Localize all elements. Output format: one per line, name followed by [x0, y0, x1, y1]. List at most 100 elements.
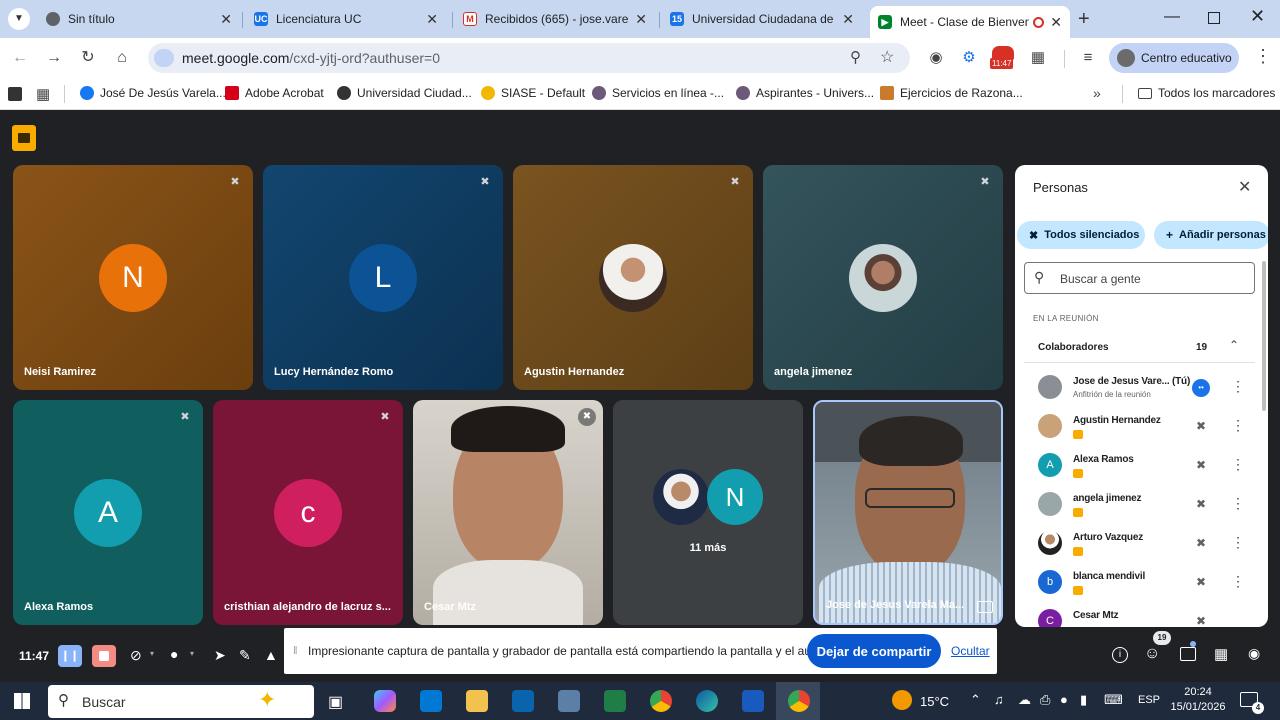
muted-mic-icon[interactable]: ✖: [1193, 419, 1209, 435]
participant-row[interactable]: b blanca mendivil ✖ ⋮: [1035, 565, 1255, 601]
all-bookmarks-folder[interactable]: Todos los marcadores: [1138, 86, 1275, 100]
host-controls-lock-icon[interactable]: ◉: [1248, 645, 1260, 662]
tab-sin-titulo[interactable]: Sin título ✕: [38, 6, 240, 32]
bookmark-item[interactable]: Adobe Acrobat: [225, 86, 324, 100]
copilot-icon[interactable]: [374, 690, 396, 712]
tray-mic-icon[interactable]: ●: [1060, 692, 1068, 707]
tab-gmail[interactable]: M Recibidos (665) - jose.varela ✕: [455, 6, 655, 32]
new-tab-button[interactable]: +: [1078, 8, 1090, 31]
speaker-icon[interactable]: ♫: [994, 692, 1004, 707]
bookmark-item[interactable]: José De Jesús Varela...: [80, 86, 226, 100]
drag-handle-icon[interactable]: ‖: [293, 645, 298, 657]
stop-recording-button[interactable]: [92, 645, 116, 667]
bookmark-star-icon[interactable]: ☆: [880, 47, 894, 67]
pointer-tool-icon[interactable]: ➤: [214, 647, 226, 664]
participant-row[interactable]: Arturo Vazquez ✖ ⋮: [1035, 526, 1255, 562]
muted-mic-icon[interactable]: ✖: [1193, 575, 1209, 591]
more-options-icon[interactable]: ⋮: [1231, 573, 1245, 591]
hide-banner-link[interactable]: Ocultar: [951, 644, 990, 658]
more-options-icon[interactable]: ⋮: [1231, 378, 1245, 396]
self-video-tile[interactable]: Jose de Jesus Varela Ma...: [813, 400, 1003, 625]
language-indicator[interactable]: ESP: [1138, 694, 1160, 706]
chevron-down-icon[interactable]: ▾: [150, 649, 154, 658]
remote-desktop-icon[interactable]: [558, 690, 580, 712]
bookmark-item[interactable]: Servicios en línea -...: [592, 86, 724, 100]
muted-mic-icon[interactable]: ✖: [1193, 536, 1209, 552]
participant-row[interactable]: C Cesar Mtz ✖: [1035, 604, 1255, 627]
participant-row[interactable]: A Alexa Ramos ✖ ⋮: [1035, 448, 1255, 484]
microphone-icon[interactable]: ●: [170, 646, 178, 662]
tab-media-icon[interactable]: ≡: [1078, 48, 1098, 68]
image-viewer-icon[interactable]: [604, 690, 626, 712]
chrome-profile-icon[interactable]: [788, 690, 810, 712]
pause-recording-button[interactable]: ❙❙: [58, 645, 82, 667]
participant-tile[interactable]: ✖ A Alexa Ramos: [13, 400, 203, 625]
chrome-icon[interactable]: [650, 690, 672, 712]
close-icon[interactable]: ✕: [220, 11, 232, 28]
record-dot-icon[interactable]: ◉: [926, 48, 946, 68]
zoom-search-icon[interactable]: ⚲: [850, 48, 861, 66]
weather-icon[interactable]: [892, 690, 912, 710]
close-icon[interactable]: ✕: [635, 11, 647, 28]
add-people-button[interactable]: + Añadir personas: [1154, 221, 1268, 249]
outlook-icon[interactable]: [512, 690, 534, 712]
printer-icon[interactable]: ⎙: [1040, 692, 1050, 708]
keyboard-icon[interactable]: ⌨: [1104, 692, 1123, 708]
forward-button[interactable]: →: [42, 46, 66, 70]
site-info-icon[interactable]: [154, 49, 174, 67]
tab-licenciatura-uc[interactable]: UC Licenciatura UC ✕: [246, 6, 446, 32]
home-button[interactable]: ⌂: [110, 46, 134, 70]
close-panel-button[interactable]: ✕: [1238, 177, 1251, 197]
file-explorer-icon[interactable]: [466, 690, 488, 712]
participant-tile[interactable]: ✖ c cristhian alejandro de lacruz s...: [213, 400, 403, 625]
muted-mic-icon[interactable]: ✖: [1193, 497, 1209, 513]
minimize-button[interactable]: —: [1164, 8, 1180, 26]
stop-sharing-button[interactable]: Dejar de compartir: [807, 634, 941, 668]
meeting-info-icon[interactable]: i: [1112, 647, 1128, 663]
taskbar-search-input[interactable]: ⚲ Buscar ✦: [48, 685, 314, 718]
battery-icon[interactable]: ▮: [1080, 692, 1087, 708]
apps-square-icon[interactable]: [8, 87, 22, 101]
more-options-icon[interactable]: ⋮: [1231, 417, 1245, 435]
more-options-icon[interactable]: ⋮: [1231, 456, 1245, 474]
bookmark-item[interactable]: SIASE - Default: [481, 86, 585, 100]
task-view-icon[interactable]: ▣: [328, 692, 343, 712]
bookmark-item[interactable]: Ejercicios de Razona...: [880, 86, 1023, 100]
people-icon[interactable]: ☺: [1144, 645, 1160, 663]
chat-icon[interactable]: [1180, 647, 1196, 661]
windows-start-icon[interactable]: [14, 693, 30, 709]
participant-tile[interactable]: ✖ Agustin Hernandez: [513, 165, 753, 390]
grid-apps-icon[interactable]: ▦: [36, 85, 50, 103]
word-icon[interactable]: [742, 690, 764, 712]
participant-row[interactable]: angela jimenez ✖ ⋮: [1035, 487, 1255, 523]
collaborators-group-header[interactable]: Colaboradores 19 ⌃: [1024, 333, 1255, 363]
screen-recorder-extension[interactable]: 11:47: [990, 46, 1016, 72]
more-options-icon[interactable]: ⋮: [1231, 534, 1245, 552]
participant-video-tile[interactable]: ✖ Cesar Mtz: [413, 400, 603, 625]
panel-scrollbar[interactable]: [1262, 261, 1266, 411]
reload-button[interactable]: ↻: [76, 46, 100, 70]
tab-meet[interactable]: ▶ Meet - Clase de Bienven ✕: [870, 6, 1070, 38]
close-icon[interactable]: ✕: [426, 11, 438, 28]
participant-tile[interactable]: ✖ L Lucy Hernández Romo: [263, 165, 503, 390]
muted-mic-icon[interactable]: ✖: [1193, 458, 1209, 474]
participant-tile[interactable]: ✖ N Neisi Ramirez: [13, 165, 253, 390]
bookmark-item[interactable]: Universidad Ciudad...: [337, 86, 472, 100]
camera-off-icon[interactable]: ⊘: [130, 647, 142, 664]
tab-universidad-ciudadana[interactable]: 15 Universidad Ciudadana de N ✕: [662, 6, 862, 32]
mute-all-button[interactable]: ✖ Todos silenciados: [1017, 221, 1145, 249]
address-bar[interactable]: meet.google.com/cxd-yjtj-ord?authuser=0 …: [148, 43, 910, 73]
back-button[interactable]: ←: [8, 46, 32, 70]
bookmark-item[interactable]: Aspirantes - Univers...: [736, 86, 874, 100]
extension-gear-icon[interactable]: ⚙: [959, 48, 979, 68]
edge-icon[interactable]: [696, 690, 718, 712]
participant-row[interactable]: Jose de Jesus Vare... (Tú) Anfitrión de …: [1035, 370, 1255, 406]
pen-tool-icon[interactable]: ✎: [239, 647, 251, 664]
more-options-icon[interactable]: ⋮: [1231, 495, 1245, 513]
close-icon[interactable]: ✕: [842, 11, 854, 28]
highlighter-tool-icon[interactable]: ▲: [264, 647, 278, 663]
browser-menu-icon[interactable]: ⋮: [1254, 46, 1272, 67]
chevron-up-icon[interactable]: ⌃: [1229, 338, 1239, 352]
profile-button[interactable]: Centro educativo: [1109, 43, 1239, 73]
more-bookmarks-icon[interactable]: »: [1093, 85, 1101, 101]
